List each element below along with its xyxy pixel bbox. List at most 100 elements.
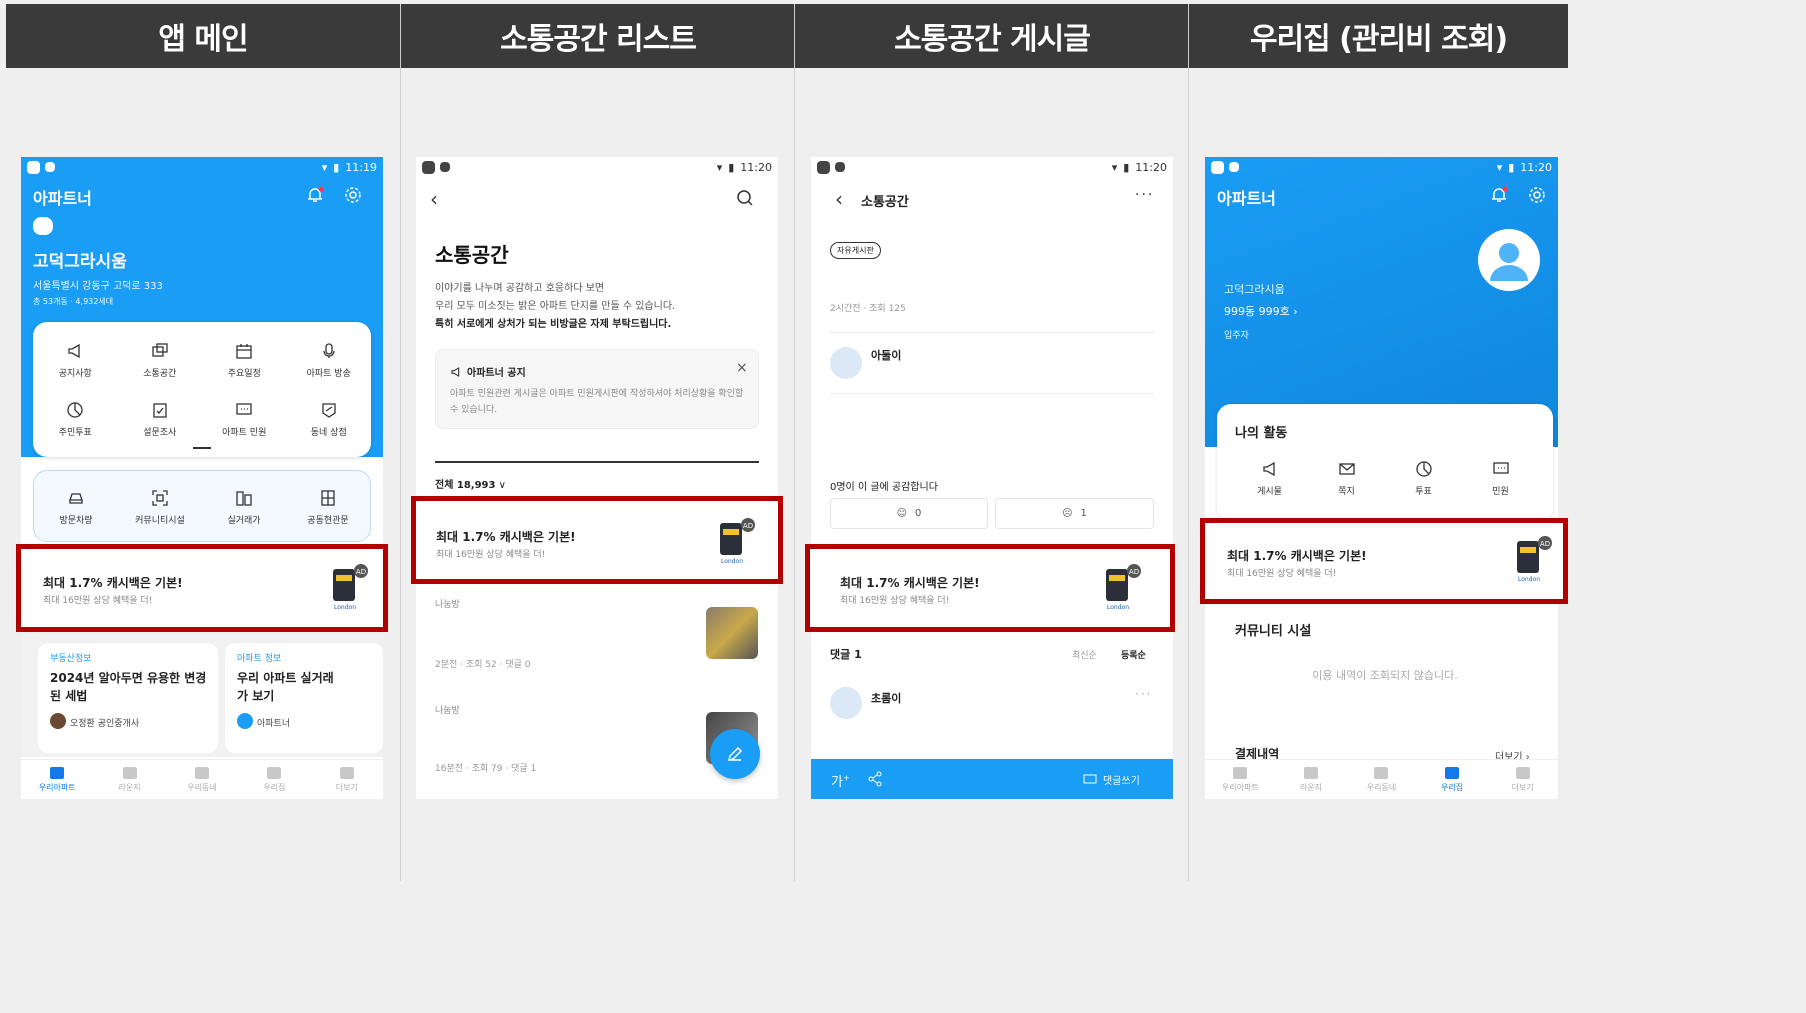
bell-icon[interactable] xyxy=(305,185,325,205)
profile-avatar[interactable] xyxy=(1478,229,1540,291)
notice-title: 아파트너 공지 xyxy=(467,368,526,379)
filter-dropdown[interactable]: 전체 18,993 ∨ xyxy=(435,476,506,491)
activity-posts[interactable]: 게시물 xyxy=(1231,460,1308,497)
ad-banner[interactable]: 최대 1.7% 캐시백은 기본! 최대 16만원 상당 혜택을 더! AD Lon… xyxy=(16,544,388,632)
menu-store[interactable]: 동네 상점 xyxy=(287,401,372,438)
search-icon[interactable] xyxy=(736,189,754,207)
like-button[interactable]: ☺ 0 xyxy=(830,498,988,529)
status-bar: ▾ ▮ 11:20 xyxy=(416,157,778,177)
apt-name: 고덕그라시움 xyxy=(1224,283,1285,296)
card-title: 2024년 알아두면 유용한 변경된 세법 xyxy=(50,671,207,703)
comment-icon xyxy=(1083,774,1097,783)
tab-home[interactable]: 우리집 xyxy=(1422,760,1482,799)
smile-icon: ☺ xyxy=(896,508,908,519)
menu-real-price[interactable]: 실거래가 xyxy=(202,489,286,526)
app-logo: 아파트너 xyxy=(1217,189,1276,208)
apt-address: 서울특별시 강동구 고덕로 333 xyxy=(33,281,163,292)
divider xyxy=(435,461,759,463)
ad-subtitle: 최대 16만원 상당 혜택을 더! xyxy=(43,596,153,606)
comment-more-icon[interactable]: ··· xyxy=(1135,687,1152,701)
author-avatar xyxy=(237,713,253,729)
write-fab[interactable] xyxy=(710,729,760,779)
tab-apartment[interactable]: 우리아파트 xyxy=(1210,760,1270,799)
resident-role: 입주자 xyxy=(1224,331,1249,341)
gear-icon[interactable] xyxy=(1527,185,1547,205)
ad-subtitle: 최대 16만원 상당 혜택을 더! xyxy=(436,550,546,560)
activity-card: 나의 활동 게시물 쪽지 투표 민원 xyxy=(1217,404,1553,522)
dislike-button[interactable]: ☹ 1 xyxy=(995,498,1154,529)
menu-facility[interactable]: 커뮤니티시설 xyxy=(118,489,202,526)
ad-card-image: AD London xyxy=(1505,535,1553,583)
main-menu-card: 공지사항 소통공간 주요일정 아파트 방송 주민투표 설문조사 아파트 민원 동… xyxy=(33,322,371,457)
status-bar: ▾ ▮ 11:20 xyxy=(1205,157,1558,177)
activity-votes[interactable]: 투표 xyxy=(1385,460,1462,497)
post-meta: 16분전 · 조회 79 · 댓글 1 xyxy=(435,764,537,774)
share-icon[interactable] xyxy=(867,771,883,791)
post-category: 나눔방 xyxy=(435,600,460,610)
screen-community-post: ▾ ▮ 11:20 ‹ 소통공간 ··· 자유게시판 2시간전 · 조회 125 아… xyxy=(811,157,1173,799)
column-header: 우리집 (관리비 조회) xyxy=(1189,4,1568,68)
activity-messages[interactable]: 쪽지 xyxy=(1308,460,1385,497)
ad-banner[interactable]: 최대 1.7% 캐시백은 기본! 최대 16만원 상당 혜택을 더! AD Lon… xyxy=(1200,518,1568,604)
ad-card-image: AD London xyxy=(1094,563,1142,611)
menu-visitor-car[interactable]: 방문차량 xyxy=(34,489,118,526)
tab-more[interactable]: 더보기 xyxy=(317,760,377,799)
tab-apartment[interactable]: 우리아파트 xyxy=(27,760,87,799)
gear-icon[interactable] xyxy=(343,185,363,205)
svg-text:London: London xyxy=(1107,604,1129,611)
close-icon[interactable]: × xyxy=(736,360,748,376)
ad-card-image: AD London xyxy=(708,517,756,565)
tab-lounge[interactable]: 라운지 xyxy=(1281,760,1341,799)
card-tag: 아파트 정보 xyxy=(237,654,282,664)
menu-notice[interactable]: 공지사항 xyxy=(33,342,118,379)
tab-lounge[interactable]: 라운지 xyxy=(100,760,160,799)
tab-more[interactable]: 더보기 xyxy=(1493,760,1553,799)
info-card-1[interactable]: 부동산정보 2024년 알아두면 유용한 변경된 세법 오정환 공인중개사 xyxy=(38,643,218,753)
sort-latest[interactable]: 최신순 xyxy=(1072,648,1097,661)
unit-link[interactable]: 999동 999호 › xyxy=(1224,303,1298,319)
back-icon[interactable]: ‹ xyxy=(430,187,438,211)
ad-card-image: AD London xyxy=(321,563,369,611)
svg-text:AD: AD xyxy=(1129,568,1139,576)
community-card: 커뮤니티 시설 이용 내역이 조회되지 않습니다. xyxy=(1217,602,1553,712)
megaphone-icon xyxy=(451,366,460,377)
menu-door[interactable]: 공동현관문 xyxy=(286,489,370,526)
ad-banner[interactable]: 최대 1.7% 캐시백은 기본! 최대 16만원 상당 혜택을 더! AD Lon… xyxy=(411,496,783,584)
menu-vote[interactable]: 주민투표 xyxy=(33,401,118,438)
ad-subtitle: 최대 16만원 상당 혜택을 더! xyxy=(840,596,950,606)
author-name: 아둘이 xyxy=(871,349,902,362)
sort-registered[interactable]: 등록순 xyxy=(1121,648,1146,661)
font-size-button[interactable]: 가+ xyxy=(831,771,850,790)
commenter-name: 초롬이 xyxy=(871,692,902,705)
apt-name[interactable]: 고덕그라시움 xyxy=(33,247,127,272)
back-icon[interactable]: ‹ xyxy=(835,187,843,211)
svg-text:London: London xyxy=(1518,576,1540,583)
tab-neighborhood[interactable]: 우리동네 xyxy=(172,760,232,799)
desc-line: 우리 모두 미소짓는 밝은 아파트 단지를 만들 수 있습니다. xyxy=(435,301,676,312)
menu-survey[interactable]: 설문조사 xyxy=(118,401,203,438)
write-comment-button[interactable]: 댓글쓰기 xyxy=(1083,772,1140,787)
ad-title: 최대 1.7% 캐시백은 기본! xyxy=(840,576,980,590)
menu-schedule[interactable]: 주요일정 xyxy=(202,342,287,379)
menu-broadcast[interactable]: 아파트 방송 xyxy=(287,342,372,379)
main-menu-grid: 공지사항 소통공간 주요일정 아파트 방송 주민투표 설문조사 아파트 민원 동… xyxy=(33,342,371,438)
apartment-icon xyxy=(33,217,53,235)
frown-icon: ☹ xyxy=(1062,508,1073,519)
menu-community[interactable]: 소통공간 xyxy=(118,342,203,379)
ad-title: 최대 1.7% 캐시백은 기본! xyxy=(436,530,576,544)
svg-text:AD: AD xyxy=(356,568,366,576)
tab-home[interactable]: 우리집 xyxy=(244,760,304,799)
ad-banner[interactable]: 최대 1.7% 캐시백은 기본! 최대 16만원 상당 혜택을 더! AD Lon… xyxy=(805,544,1175,632)
menu-complaint[interactable]: 아파트 민원 xyxy=(202,401,287,438)
ad-title: 최대 1.7% 캐시백은 기본! xyxy=(1227,549,1367,563)
post-thumbnail[interactable] xyxy=(706,607,758,659)
pencil-icon xyxy=(727,746,743,762)
info-card-2[interactable]: 아파트 정보 우리 아파트 실거래가 보기 아파트너 xyxy=(225,643,383,753)
app-logo: 아파트너 xyxy=(33,189,92,208)
bottom-tab-bar: 우리아파트 라운지 우리동네 우리집 더보기 xyxy=(1205,759,1558,799)
more-icon[interactable]: ··· xyxy=(1135,187,1154,203)
card-author: 아파트너 xyxy=(257,719,291,729)
bell-icon[interactable] xyxy=(1489,185,1509,205)
tab-neighborhood[interactable]: 우리동네 xyxy=(1351,760,1411,799)
activity-complaints[interactable]: 민원 xyxy=(1462,460,1539,497)
